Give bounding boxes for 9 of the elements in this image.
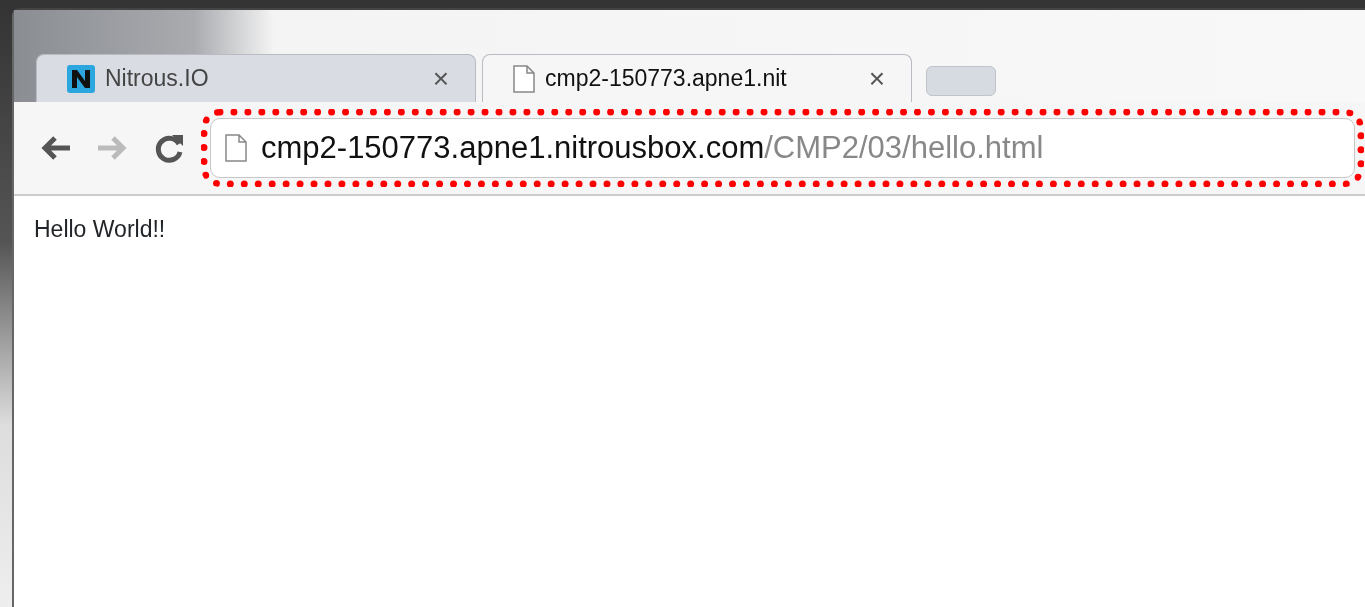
close-tab-button[interactable]: × xyxy=(432,64,449,93)
browser-tab[interactable]: cmp2-150773.apne1.nit × xyxy=(482,54,912,102)
close-tab-button[interactable]: × xyxy=(868,64,885,93)
url-text: cmp2-150773.apne1.nitrousbox.com/CMP2/03/hello.html xyxy=(261,128,1044,167)
page-icon xyxy=(225,134,247,162)
logo-icon xyxy=(67,64,95,93)
document-icon xyxy=(513,64,535,93)
page-text: Hello World!! xyxy=(34,216,166,242)
browser-tab[interactable]: Nitrous.IO × xyxy=(36,54,476,102)
